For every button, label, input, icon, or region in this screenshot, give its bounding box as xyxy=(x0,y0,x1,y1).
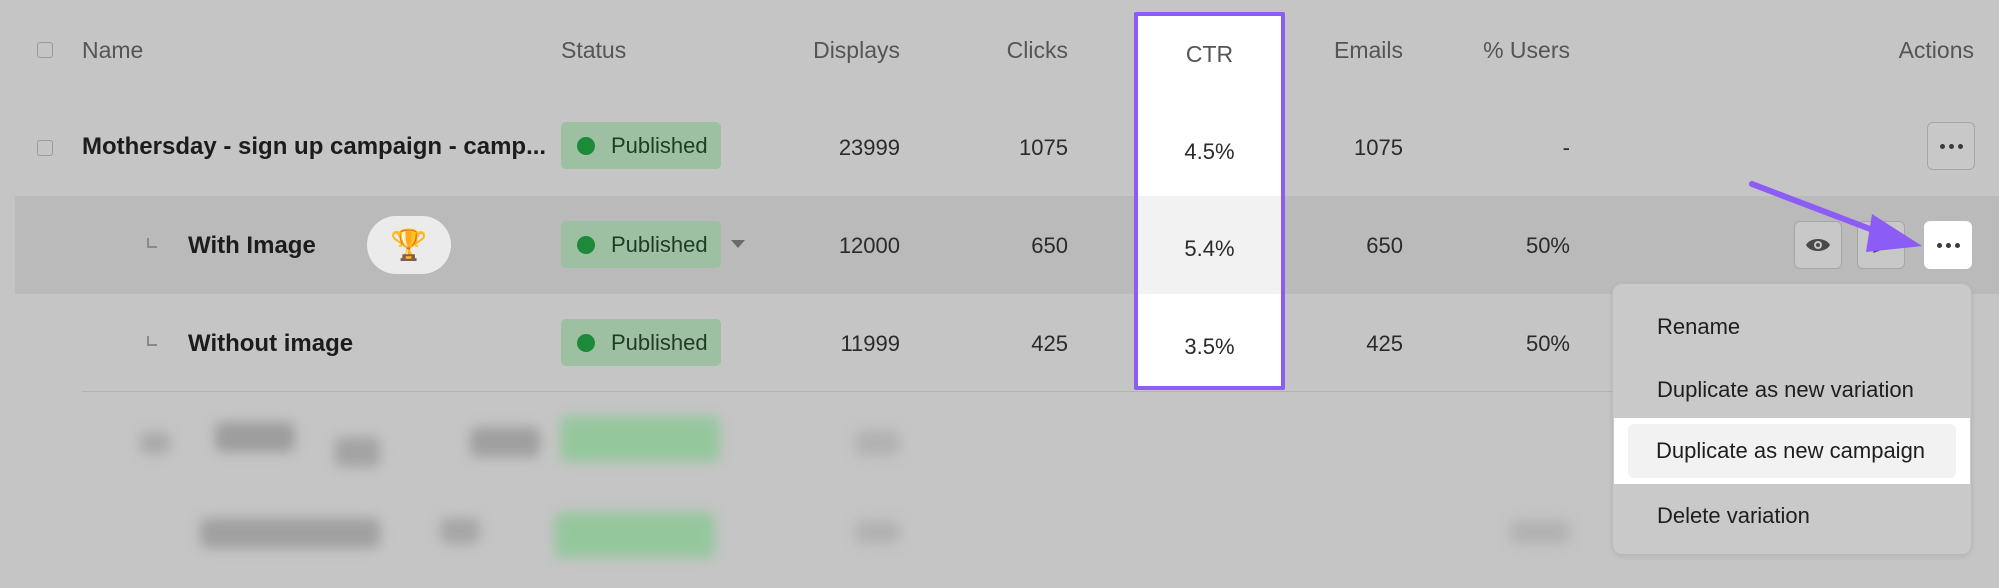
menu-item-delete-variation[interactable]: Delete variation xyxy=(1657,503,1810,529)
emails-value: 1075 xyxy=(1354,135,1403,160)
variation-name[interactable]: With Image xyxy=(188,232,316,260)
ctr-value: 4.5% xyxy=(1184,139,1235,164)
status-label: Published xyxy=(611,231,708,257)
status-badge: Published xyxy=(561,122,721,169)
users-value: 50% xyxy=(1525,233,1570,258)
blurred-shape xyxy=(215,422,295,452)
status-dropdown-caret-icon[interactable] xyxy=(731,240,745,248)
column-ctr[interactable]: CTR xyxy=(1138,41,1281,68)
table-row[interactable]: With Image 🏆 Published 12000 650 650 50% xyxy=(15,196,1999,294)
ctr-value: 5.4% xyxy=(1184,236,1235,261)
menu-item-duplicate-variation[interactable]: Duplicate as new variation xyxy=(1657,377,1914,403)
clicks-value: 650 xyxy=(1031,233,1068,258)
status-dot-icon xyxy=(577,235,595,254)
more-actions-button-active[interactable] xyxy=(1924,221,1972,269)
displays-value: 11999 xyxy=(840,331,900,356)
more-dots-icon xyxy=(1939,143,1963,149)
status-label: Published xyxy=(611,132,708,158)
blurred-shape xyxy=(200,518,380,548)
menu-item-rename[interactable]: Rename xyxy=(1657,314,1740,340)
ctr-column-highlight: CTR 4.5% 5.4% 3.5% xyxy=(1134,12,1285,390)
column-name[interactable]: Name xyxy=(82,37,143,64)
clicks-value: 1075 xyxy=(1019,135,1068,160)
status-badge: Published xyxy=(561,319,721,366)
blurred-status xyxy=(560,416,720,462)
column-users[interactable]: % Users xyxy=(1420,37,1570,64)
status-label: Published xyxy=(611,329,708,355)
more-actions-button[interactable] xyxy=(1927,122,1975,170)
blurred-status xyxy=(555,512,715,558)
displays-value: 12000 xyxy=(838,233,900,258)
status-badge[interactable]: Published xyxy=(561,221,721,268)
emails-value: 650 xyxy=(1366,233,1403,258)
table-header: Name Status Displays Clicks Emails % Use… xyxy=(0,0,1999,100)
status-dot-icon xyxy=(577,333,595,352)
variation-name[interactable]: Without image xyxy=(188,330,353,358)
blurred-shape xyxy=(470,427,540,457)
blurred-shape xyxy=(855,430,900,456)
displays-value: 23999 xyxy=(838,135,900,160)
more-dots-icon xyxy=(1936,242,1960,248)
blurred-shape xyxy=(140,432,170,454)
column-status[interactable]: Status xyxy=(561,37,626,64)
column-displays[interactable]: Displays xyxy=(760,37,900,64)
select-all-checkbox[interactable] xyxy=(37,42,53,58)
table-row[interactable]: Mothersday - sign up campaign - camp... … xyxy=(0,98,1999,196)
winner-badge: 🏆 xyxy=(367,216,451,274)
status-dot-icon xyxy=(577,136,595,155)
branch-icon xyxy=(147,336,157,346)
users-value: - xyxy=(1562,135,1570,160)
row-checkbox[interactable] xyxy=(37,140,53,156)
column-clicks[interactable]: Clicks xyxy=(930,37,1068,64)
blurred-shape xyxy=(335,437,380,467)
blurred-shape xyxy=(1510,520,1570,544)
ctr-value: 3.5% xyxy=(1184,334,1235,359)
annotation-arrow-icon xyxy=(1749,181,1922,252)
trophy-icon: 🏆 xyxy=(390,228,428,262)
branch-icon xyxy=(147,238,157,248)
campaign-name[interactable]: Mothersday - sign up campaign - camp... xyxy=(82,133,546,161)
blurred-shape xyxy=(855,520,900,544)
users-value: 50% xyxy=(1525,331,1570,356)
blurred-shape xyxy=(440,518,480,544)
column-actions: Actions xyxy=(1898,37,1974,63)
clicks-value: 425 xyxy=(1031,331,1068,356)
emails-value: 425 xyxy=(1366,331,1403,356)
menu-item-duplicate-campaign[interactable]: Duplicate as new campaign xyxy=(1656,438,1925,464)
menu-item-highlight: Duplicate as new campaign xyxy=(1614,418,1970,484)
